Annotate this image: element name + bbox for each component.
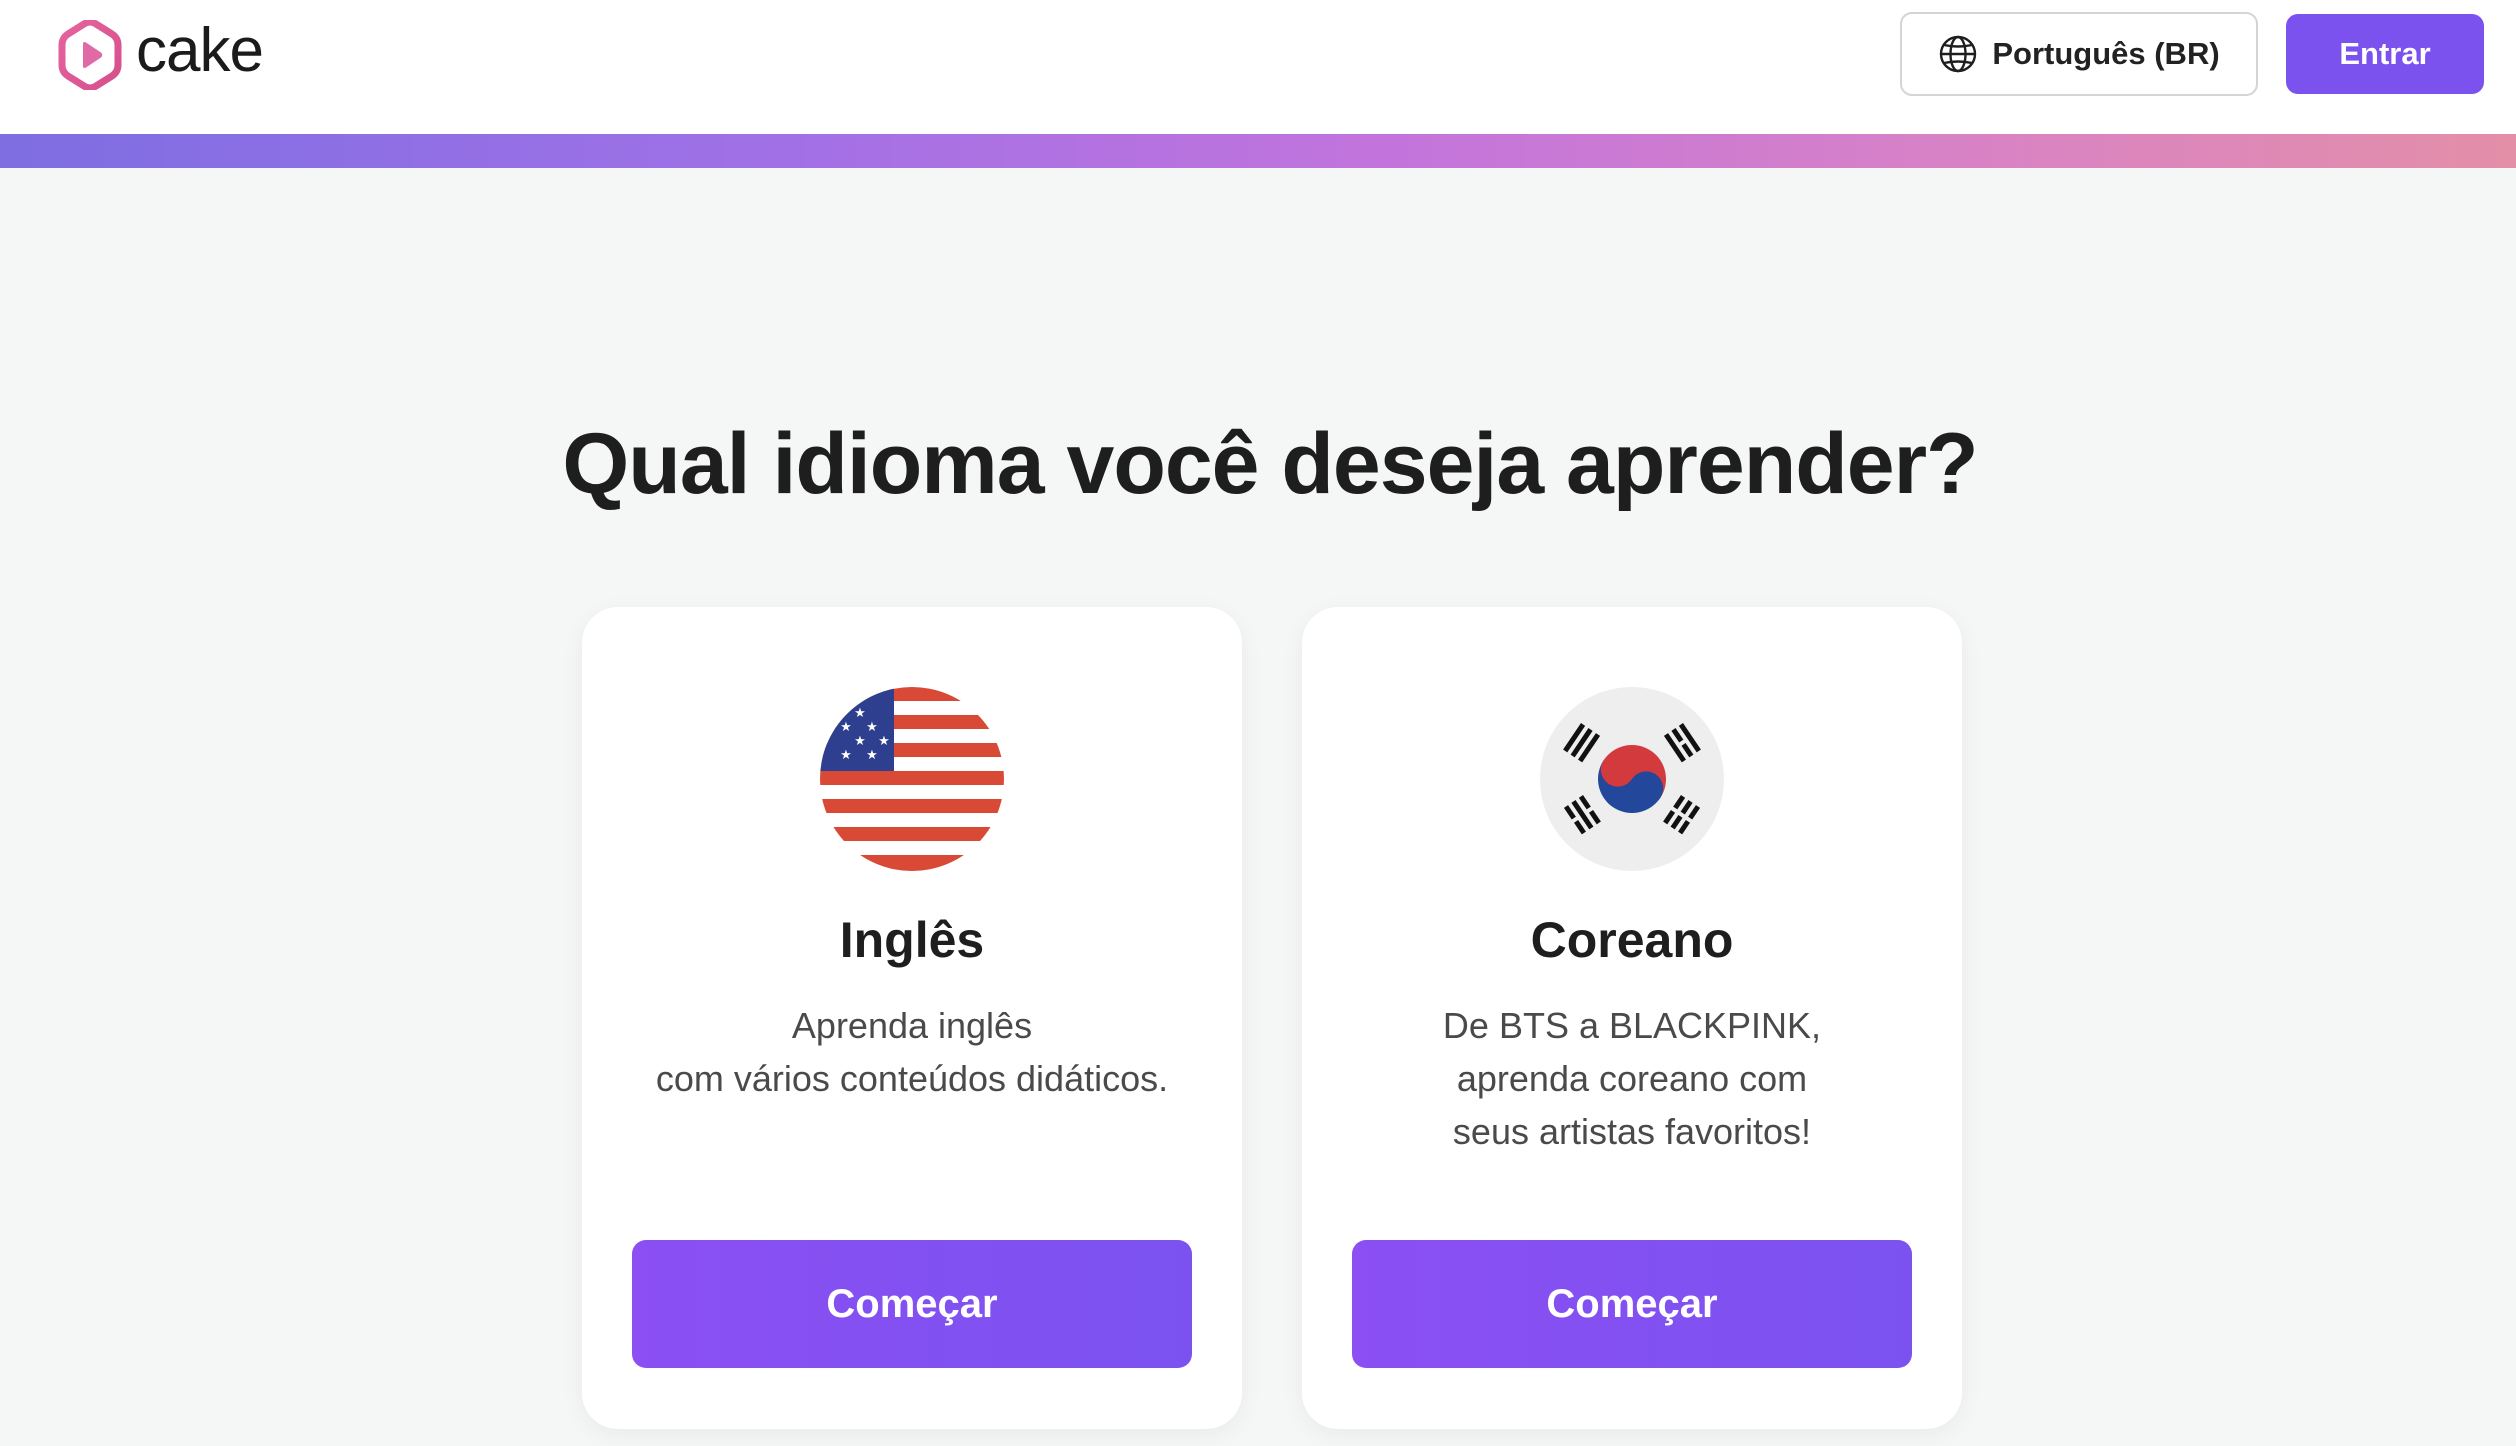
course-title: Inglês (839, 912, 985, 968)
korea-flag-icon (1540, 687, 1724, 871)
globe-icon (1940, 35, 1977, 73)
svg-text:★: ★ (854, 734, 866, 749)
us-flag-icon: ★ ★ ★ ★ ★ ★ ★ (820, 687, 1004, 871)
logo-text: cake (136, 16, 264, 85)
language-selector-button[interactable]: Português (BR) (1900, 12, 2258, 96)
description-line: Aprenda inglês (791, 1005, 1033, 1046)
description-line: aprenda coreano com (1456, 1058, 1808, 1099)
svg-text:★: ★ (878, 734, 890, 749)
cake-logo-icon (58, 20, 122, 90)
top-nav: cake Português (BR) Entrar (0, 0, 2516, 134)
gradient-divider (0, 134, 2516, 168)
svg-text:★: ★ (866, 720, 878, 735)
description-line: De BTS a BLACKPINK, (1442, 1005, 1822, 1046)
page-title: Qual idioma você deseja aprender? (562, 416, 1978, 512)
course-description: De BTS a BLACKPINK, aprenda coreano com … (1322, 999, 1942, 1158)
language-label: Português (BR) (1992, 36, 2220, 71)
course-description: Aprenda inglês com vários conteúdos didá… (602, 999, 1222, 1105)
svg-text:★: ★ (840, 720, 852, 735)
svg-text:★: ★ (854, 706, 866, 721)
start-english-button[interactable]: Começar (632, 1240, 1192, 1368)
start-korean-button[interactable]: Começar (1352, 1240, 1912, 1368)
description-line: seus artistas favoritos! (1452, 1111, 1812, 1152)
cake-logo[interactable]: cake (58, 16, 264, 90)
course-card-english: ★ ★ ★ ★ ★ ★ ★ Inglês Aprenda inglês com … (582, 607, 1242, 1429)
login-button[interactable]: Entrar (2286, 14, 2484, 94)
svg-text:★: ★ (840, 748, 852, 763)
course-title: Coreano (1530, 912, 1734, 968)
description-line: com vários conteúdos didáticos. (655, 1058, 1169, 1099)
course-card-korean: Coreano De BTS a BLACKPINK, aprenda core… (1302, 607, 1962, 1429)
svg-text:★: ★ (866, 748, 878, 763)
